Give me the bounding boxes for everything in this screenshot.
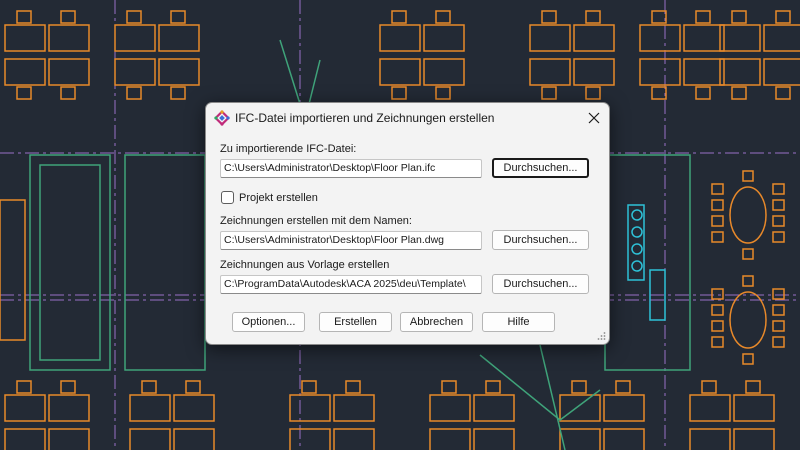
create-project-checkbox[interactable] <box>221 191 234 204</box>
template-label: Zeichnungen aus Vorlage erstellen <box>220 259 390 271</box>
browse-drawing-button[interactable]: Durchsuchen... <box>492 230 589 250</box>
import-file-input[interactable]: C:\Users\Administrator\Desktop\Floor Pla… <box>220 159 482 178</box>
ifc-import-dialog: IFC-Datei importieren und Zeichnungen er… <box>205 102 610 345</box>
cancel-button[interactable]: Abbrechen <box>400 312 473 332</box>
browse-template-button[interactable]: Durchsuchen... <box>492 274 589 294</box>
browse-import-button[interactable]: Durchsuchen... <box>492 158 589 178</box>
resize-grip-icon[interactable] <box>596 331 606 341</box>
drawing-name-input[interactable]: C:\Users\Administrator\Desktop\Floor Pla… <box>220 231 482 250</box>
ifc-app-icon <box>214 110 230 126</box>
close-icon <box>588 112 600 124</box>
create-project-label[interactable]: Projekt erstellen <box>239 192 318 204</box>
drawing-name-label: Zeichnungen erstellen mit dem Namen: <box>220 215 412 227</box>
dialog-titlebar[interactable]: IFC-Datei importieren und Zeichnungen er… <box>206 103 609 133</box>
template-input[interactable]: C:\ProgramData\Autodesk\ACA 2025\deu\Tem… <box>220 275 482 294</box>
options-button[interactable]: Optionen... <box>232 312 305 332</box>
close-button[interactable] <box>581 105 607 131</box>
dialog-title: IFC-Datei importieren und Zeichnungen er… <box>235 111 495 125</box>
import-file-label: Zu importierende IFC-Datei: <box>220 143 357 155</box>
help-button[interactable]: Hilfe <box>482 312 555 332</box>
create-button[interactable]: Erstellen <box>319 312 392 332</box>
